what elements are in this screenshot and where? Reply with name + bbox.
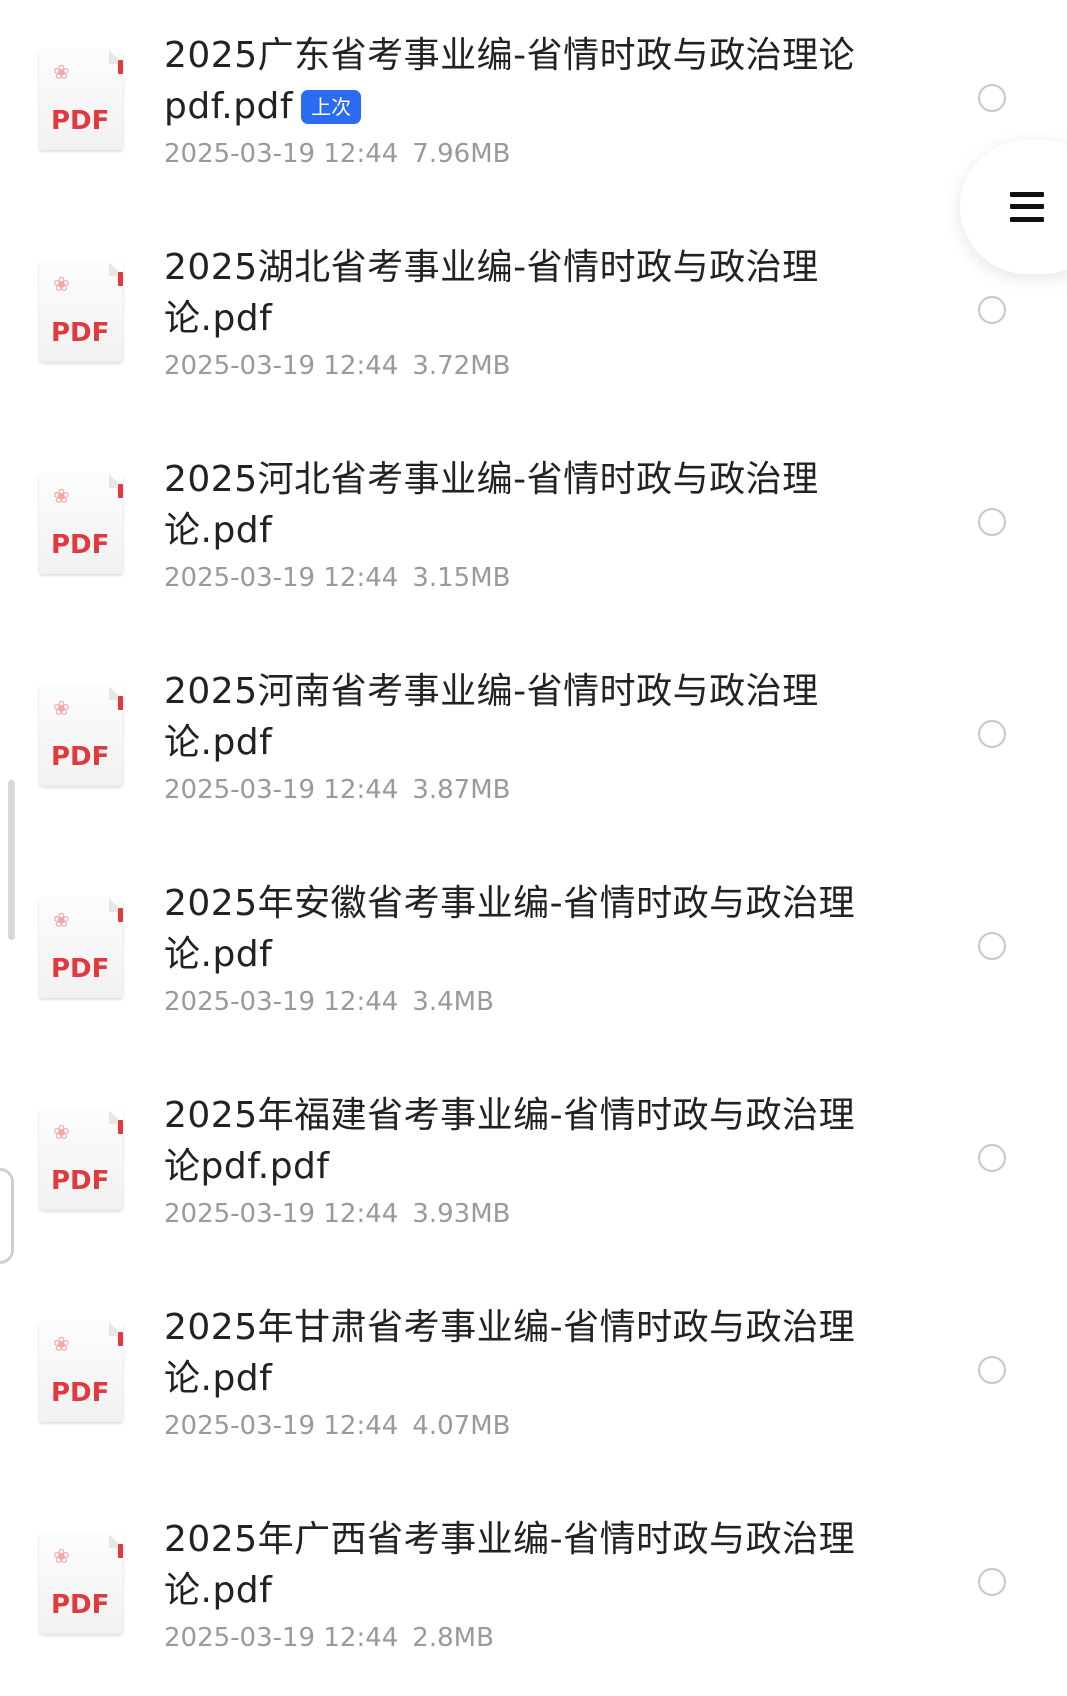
file-date: 2025-03-19 12:44 [164,1199,399,1229]
file-meta: 2025-03-19 12:44 2.8MB [164,1622,494,1654]
file-size: 3.93MB [412,1199,511,1229]
pdf-file-icon: ❀ PDF [39,1322,123,1422]
file-size: 3.87MB [412,775,511,805]
scroll-indicator[interactable] [8,780,15,940]
pdf-label: PDF [51,530,110,560]
acrobat-glyph-icon: ❀ [53,272,70,296]
file-meta: 2025-03-19 12:44 3.72MB [164,350,510,382]
select-radio[interactable] [978,720,1006,748]
acrobat-glyph-icon: ❀ [53,484,70,508]
acrobat-glyph-icon: ❀ [53,696,70,720]
file-name: 2025年广西省考事业编-省情时政与政治理论.pdf [164,1514,864,1616]
file-name-text: 2025年广西省考事业编-省情时政与政治理论.pdf [164,1519,856,1611]
file-row[interactable]: ❀ PDF 2025河南省考事业编-省情时政与政治理论.pdf 2025-03-… [0,636,1067,848]
file-name: 2025广东省考事业编-省情时政与政治理论pdf.pdf 上次 [164,30,864,132]
select-radio[interactable] [978,1568,1006,1596]
pdf-tab [118,272,123,286]
file-date: 2025-03-19 12:44 [164,775,399,805]
pdf-file-icon: ❀ PDF [39,1534,123,1634]
pdf-tab [118,1544,123,1558]
pdf-file-icon: ❀ PDF [39,50,123,150]
edge-swipe-handle[interactable] [0,1168,14,1264]
acrobat-glyph-icon: ❀ [53,1120,70,1144]
pdf-tab [118,1120,123,1134]
file-date: 2025-03-19 12:44 [164,351,399,381]
file-row[interactable]: ❀ PDF 2025年甘肃省考事业编-省情时政与政治理论.pdf 2025-03… [0,1272,1067,1484]
pdf-file-icon: ❀ PDF [39,898,123,998]
file-meta: 2025-03-19 12:44 4.07MB [164,1410,510,1442]
file-row[interactable]: ❀ PDF 2025广东省考事业编-省情时政与政治理论pdf.pdf 上次 202… [0,0,1067,212]
file-date: 2025-03-19 12:44 [164,1411,399,1441]
pdf-tab [118,60,123,74]
pdf-label: PDF [51,1590,110,1620]
select-radio[interactable] [978,296,1006,324]
select-radio[interactable] [978,84,1006,112]
select-radio[interactable] [978,1144,1006,1172]
file-date: 2025-03-19 12:44 [164,563,399,593]
file-row[interactable]: ❀ PDF 2025河北省考事业编-省情时政与政治理论.pdf 2025-03-… [0,424,1067,636]
file-meta: 2025-03-19 12:44 3.4MB [164,986,494,1018]
pdf-tab [118,484,123,498]
select-radio[interactable] [978,508,1006,536]
acrobat-glyph-icon: ❀ [53,1544,70,1568]
file-meta: 2025-03-19 12:44 3.15MB [164,562,510,594]
acrobat-glyph-icon: ❀ [53,60,70,84]
pdf-label: PDF [51,106,110,136]
pdf-file-icon: ❀ PDF [39,686,123,786]
pdf-label: PDF [51,1378,110,1408]
file-size: 3.15MB [412,563,511,593]
file-name-text: 2025年福建省考事业编-省情时政与政治理论pdf.pdf [164,1095,856,1187]
file-name-text: 2025年安徽省考事业编-省情时政与政治理论.pdf [164,883,856,975]
file-name-text: 2025湖北省考事业编-省情时政与政治理论.pdf [164,247,819,339]
file-date: 2025-03-19 12:44 [164,1623,399,1653]
pdf-label: PDF [51,318,110,348]
file-meta: 2025-03-19 12:44 3.93MB [164,1198,510,1230]
file-size: 3.72MB [412,351,511,381]
hamburger-menu-icon [1010,192,1044,222]
file-name: 2025年甘肃省考事业编-省情时政与政治理论.pdf [164,1302,864,1404]
pdf-file-icon: ❀ PDF [39,1110,123,1210]
pdf-file-icon: ❀ PDF [39,474,123,574]
file-date: 2025-03-19 12:44 [164,139,399,169]
file-name: 2025湖北省考事业编-省情时政与政治理论.pdf [164,242,864,344]
pdf-tab [118,908,123,922]
acrobat-glyph-icon: ❀ [53,1332,70,1356]
file-name-text: 2025河北省考事业编-省情时政与政治理论.pdf [164,459,819,551]
file-row[interactable]: ❀ PDF 2025湖北省考事业编-省情时政与政治理论.pdf 2025-03-… [0,212,1067,424]
file-list: ❀ PDF 2025广东省考事业编-省情时政与政治理论pdf.pdf 上次 202… [0,0,1067,1690]
pdf-tab [118,1332,123,1346]
file-size: 3.4MB [412,987,494,1017]
select-radio[interactable] [978,932,1006,960]
file-name: 2025河北省考事业编-省情时政与政治理论.pdf [164,454,864,556]
pdf-label: PDF [51,742,110,772]
file-row[interactable]: ❀ PDF 2025年福建省考事业编-省情时政与政治理论pdf.pdf 2025… [0,1060,1067,1272]
file-name-text: 2025广东省考事业编-省情时政与政治理论pdf.pdf [164,35,856,127]
file-name: 2025河南省考事业编-省情时政与政治理论.pdf [164,666,864,768]
file-name: 2025年福建省考事业编-省情时政与政治理论pdf.pdf [164,1090,864,1192]
file-size: 2.8MB [412,1623,494,1653]
select-radio[interactable] [978,1356,1006,1384]
recent-badge: 上次 [301,90,362,124]
file-name-text: 2025年甘肃省考事业编-省情时政与政治理论.pdf [164,1307,856,1399]
file-size: 4.07MB [412,1411,511,1441]
file-row[interactable]: ❀ PDF 2025年安徽省考事业编-省情时政与政治理论.pdf 2025-03… [0,848,1067,1060]
pdf-label: PDF [51,954,110,984]
file-name-text: 2025河南省考事业编-省情时政与政治理论.pdf [164,671,819,763]
pdf-label: PDF [51,1166,110,1196]
file-row[interactable]: ❀ PDF 2025年广西省考事业编-省情时政与政治理论.pdf 2025-03… [0,1484,1067,1696]
file-meta: 2025-03-19 12:44 7.96MB [164,138,510,170]
acrobat-glyph-icon: ❀ [53,908,70,932]
file-name: 2025年安徽省考事业编-省情时政与政治理论.pdf [164,878,864,980]
pdf-tab [118,696,123,710]
file-meta: 2025-03-19 12:44 3.87MB [164,774,510,806]
file-date: 2025-03-19 12:44 [164,987,399,1017]
pdf-file-icon: ❀ PDF [39,262,123,362]
file-size: 7.96MB [412,139,511,169]
